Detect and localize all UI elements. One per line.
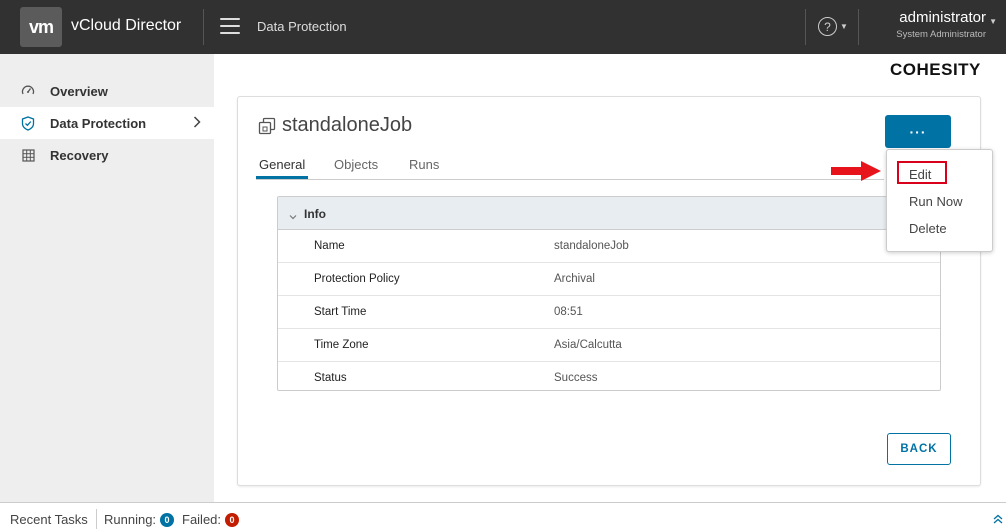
info-key: Status: [314, 372, 347, 384]
help-menu[interactable]: ? ▼: [818, 17, 848, 36]
info-key: Name: [314, 240, 345, 252]
sidebar-item-label: Data Protection: [50, 115, 147, 131]
info-value: 08:51: [554, 306, 583, 318]
dashboard-icon: [20, 83, 36, 99]
info-row: Time Zone Asia/Calcutta: [278, 329, 940, 362]
running-count-badge: 0: [160, 513, 174, 527]
info-value: Success: [554, 372, 598, 384]
tab-runs[interactable]: Runs: [409, 157, 439, 172]
footer-divider: [96, 509, 97, 529]
chevron-right-icon: [193, 115, 201, 131]
info-value: standaloneJob: [554, 240, 629, 252]
sidebar-item-recovery[interactable]: Recovery: [0, 139, 214, 171]
edit-highlight-box: [897, 161, 947, 184]
top-header: vm vCloud Director Data Protection ? ▼ a…: [0, 0, 1006, 54]
chevron-up-icon[interactable]: [992, 512, 1004, 524]
sidebar-item-overview[interactable]: Overview: [0, 75, 214, 107]
menu-item-run-now[interactable]: Run Now: [909, 194, 962, 209]
user-role: System Administrator: [896, 29, 986, 40]
info-value: Archival: [554, 273, 595, 285]
sidebar: Overview Data Protection Recovery: [0, 54, 214, 502]
tab-general[interactable]: General: [259, 157, 305, 172]
recent-tasks-bar: Recent Tasks Running: 0 Failed: 0: [0, 502, 1006, 532]
user-name: administrator: [899, 9, 986, 26]
hamburger-menu-icon[interactable]: [220, 18, 240, 34]
info-key: Start Time: [314, 306, 367, 318]
header-divider: [858, 9, 859, 45]
sidebar-item-label: Overview: [50, 83, 108, 99]
menu-item-delete[interactable]: Delete: [909, 221, 947, 236]
info-panel: Info Name standaloneJob Protection Polic…: [277, 196, 941, 391]
info-panel-title: Info: [304, 207, 326, 221]
running-label: Running:: [104, 512, 157, 527]
page-title: standaloneJob: [282, 114, 413, 136]
tab-objects[interactable]: Objects: [334, 157, 378, 172]
chevron-down-icon: ▼: [840, 22, 848, 31]
app-title: vCloud Director: [71, 17, 182, 34]
protection-job-icon: [258, 117, 276, 135]
info-value: Asia/Calcutta: [554, 339, 622, 351]
sidebar-item-data-protection[interactable]: Data Protection: [0, 107, 214, 139]
tab-bar: General Objects Runs: [256, 148, 884, 180]
failed-count-badge: 0: [225, 513, 239, 527]
header-section-title: Data Protection: [257, 19, 347, 34]
chevron-down-icon: [289, 208, 297, 220]
chevron-down-icon: ▼: [989, 17, 997, 26]
info-row: Name standaloneJob: [278, 230, 940, 263]
back-button[interactable]: BACK: [887, 433, 951, 465]
info-key: Protection Policy: [314, 273, 400, 285]
info-row: Start Time 08:51: [278, 296, 940, 329]
cohesity-logo: COHESITY: [890, 60, 981, 79]
vmware-logo[interactable]: vm: [20, 7, 62, 47]
grid-icon: [20, 147, 36, 163]
help-icon: ?: [818, 17, 837, 36]
sidebar-item-label: Recovery: [50, 147, 109, 163]
info-key: Time Zone: [314, 339, 369, 351]
active-tab-indicator: [256, 176, 308, 179]
info-row: Protection Policy Archival: [278, 263, 940, 296]
header-divider: [203, 9, 204, 45]
failed-label: Failed:: [182, 512, 222, 527]
user-menu[interactable]: administrator ▼ System Administrator: [865, 9, 1000, 40]
red-arrow-icon: [831, 161, 881, 181]
actions-menu-button[interactable]: ···: [885, 115, 951, 148]
info-row: Status Success: [278, 362, 940, 395]
shield-icon: [20, 115, 36, 131]
info-panel-header[interactable]: Info: [278, 197, 940, 230]
recent-tasks-link[interactable]: Recent Tasks: [10, 512, 88, 527]
header-divider: [805, 9, 806, 45]
